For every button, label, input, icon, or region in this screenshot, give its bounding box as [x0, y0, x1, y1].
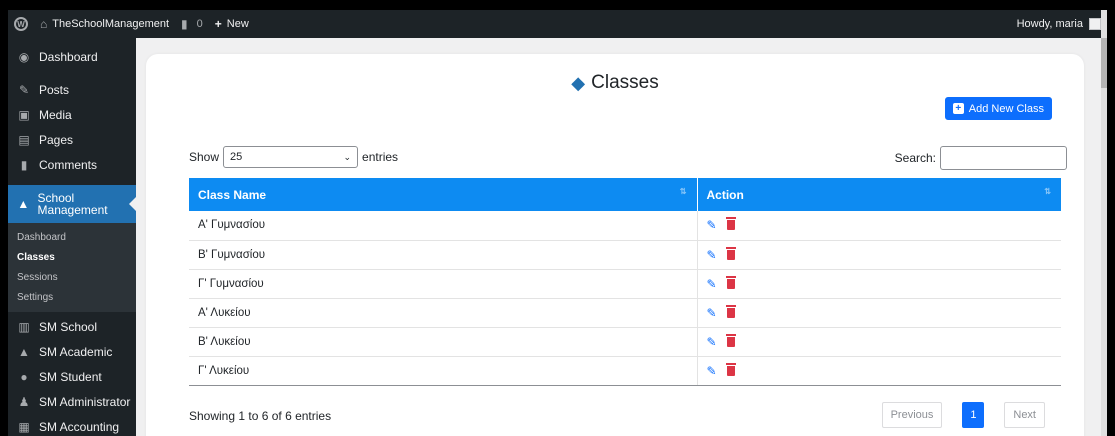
- column-header-action[interactable]: Action ⇅: [696, 178, 1061, 211]
- edit-icon[interactable]: ✎: [707, 218, 717, 232]
- edit-icon[interactable]: ✎: [707, 277, 717, 291]
- class-name-cell: Β' Λυκείου: [189, 327, 697, 357]
- admin-bar: W ⌂ TheSchoolManagement ▮ 0 + New Howdy, ma…: [8, 10, 1107, 38]
- site-name-link[interactable]: ⌂ TheSchoolManagement: [34, 10, 175, 38]
- wordpress-logo[interactable]: W: [8, 10, 34, 38]
- class-name-cell: Β' Γυμνασίου: [189, 240, 697, 270]
- scrollbar-thumb[interactable]: [1101, 38, 1107, 88]
- add-new-class-button[interactable]: + Add New Class: [944, 97, 1052, 120]
- table-row: Β' Λυκείου ✎: [189, 327, 1061, 357]
- submenu-item-sessions[interactable]: Sessions: [8, 268, 136, 288]
- page-title: ◆ Classes: [571, 72, 659, 93]
- trash-icon[interactable]: [725, 304, 736, 318]
- trash-icon[interactable]: [725, 275, 736, 289]
- action-cell: ✎: [696, 298, 1061, 328]
- sort-icon: ⇅: [1044, 187, 1051, 196]
- action-cell: ✎: [696, 269, 1061, 299]
- plus-square-icon: +: [952, 103, 964, 114]
- trash-icon[interactable]: [725, 217, 736, 231]
- comments-link[interactable]: ▮ 0: [175, 10, 209, 38]
- classes-table: Class Name ⇅ Action ⇅ Α' Γυμνασίου ✎ Β' Γυμ…: [189, 178, 1061, 386]
- pages-icon: ▤: [18, 132, 30, 147]
- sidebar-item-sm-student[interactable]: ● SM Student: [8, 364, 136, 389]
- media-icon: ▣: [18, 107, 30, 122]
- class-name-cell: Α' Λυκείου: [189, 298, 697, 328]
- sidebar-item-dashboard[interactable]: ◉ Dashboard: [8, 44, 136, 69]
- action-cell: ✎: [696, 240, 1061, 270]
- table-row: Α' Γυμνασίου ✎: [189, 211, 1061, 241]
- building-icon: ▥: [18, 319, 30, 334]
- action-cell: ✎: [696, 211, 1061, 241]
- page-1-button[interactable]: 1: [962, 402, 985, 428]
- trash-icon[interactable]: [725, 333, 736, 347]
- previous-page-button[interactable]: Previous: [881, 402, 943, 428]
- graduation-cap-icon: ▲: [17, 197, 30, 211]
- wp-admin-window: W ⌂ TheSchoolManagement ▮ 0 + New Howdy, ma…: [8, 10, 1107, 436]
- class-name-cell: Γ' Λυκείου: [189, 356, 697, 386]
- wordpress-icon: W: [14, 17, 28, 31]
- plus-icon: +: [214, 17, 222, 31]
- users-icon: ●: [20, 369, 28, 384]
- submenu-item-classes[interactable]: Classes: [8, 248, 136, 268]
- table-row: Γ' Γυμνασίου ✎: [189, 269, 1061, 299]
- page-scrollbar[interactable]: [1101, 10, 1107, 436]
- dashboard-icon: ◉: [18, 49, 30, 64]
- class-name-cell: Α' Γυμνασίου: [189, 211, 697, 241]
- sidebar-item-pages[interactable]: ▤ Pages: [8, 127, 136, 152]
- comments-icon: ▮: [20, 157, 28, 172]
- pagination: Previous 1 Next: [881, 402, 1045, 428]
- action-cell: ✎: [696, 327, 1061, 357]
- next-page-button[interactable]: Next: [1004, 402, 1045, 428]
- graduation-cap-icon: ▲: [18, 344, 30, 359]
- document-icon: ▦: [18, 419, 30, 434]
- pin-icon: ✎: [18, 82, 30, 97]
- edit-icon[interactable]: ✎: [707, 364, 717, 378]
- sidebar-item-sm-school[interactable]: ▥ SM School: [8, 314, 136, 339]
- sidebar-item-sm-academic[interactable]: ▲ SM Academic: [8, 339, 136, 364]
- submenu-item-settings[interactable]: Settings: [8, 288, 136, 308]
- home-icon: ⌂: [40, 17, 48, 31]
- sidebar-item-sm-administrator[interactable]: ♟ SM Administrator: [8, 389, 136, 414]
- layers-icon: ◆: [571, 72, 586, 93]
- sort-icon: ⇅: [679, 187, 687, 196]
- search-input[interactable]: [940, 146, 1067, 170]
- column-header-class-name[interactable]: Class Name ⇅: [189, 178, 697, 211]
- action-cell: ✎: [696, 356, 1061, 386]
- edit-icon[interactable]: ✎: [707, 248, 717, 262]
- sidebar-item-school-management[interactable]: ▲ School Management: [8, 185, 136, 223]
- avatar: [1089, 18, 1101, 30]
- table-info: Showing 1 to 6 of 6 entries: [189, 409, 332, 423]
- sidebar-item-sm-accounting[interactable]: ▦ SM Accounting: [8, 414, 136, 436]
- new-content-link[interactable]: + New: [209, 10, 255, 38]
- entries-length-control: Show 25 ⌄ entries: [189, 146, 398, 168]
- table-row: Α' Λυκείου ✎: [189, 298, 1061, 328]
- entries-select[interactable]: 25 ⌄: [223, 146, 359, 168]
- comment-icon: ▮: [181, 17, 188, 31]
- chevron-down-icon: ⌄: [343, 151, 352, 162]
- admin-icon: ♟: [18, 394, 30, 409]
- admin-sidebar: ◉ Dashboard ✎ Posts ▣ Media ▤ Pages ▮ Comment…: [8, 38, 136, 436]
- edit-icon[interactable]: ✎: [707, 306, 717, 320]
- submenu-item-dashboard[interactable]: Dashboard: [8, 228, 136, 248]
- class-name-cell: Γ' Γυμνασίου: [189, 269, 697, 299]
- sidebar-item-media[interactable]: ▣ Media: [8, 102, 136, 127]
- table-row: Β' Γυμνασίου ✎: [189, 240, 1061, 270]
- school-management-submenu: Dashboard Classes Sessions Settings: [8, 223, 136, 312]
- table-row: Γ' Λυκείου ✎: [189, 356, 1061, 386]
- trash-icon[interactable]: [725, 362, 736, 376]
- sidebar-item-posts[interactable]: ✎ Posts: [8, 77, 136, 102]
- classes-card: ◆ Classes + Add New Class Show 25 ⌄ entr…: [146, 54, 1084, 436]
- user-account-menu[interactable]: Howdy, maria: [1011, 10, 1107, 38]
- sidebar-item-comments[interactable]: ▮ Comments: [8, 152, 136, 177]
- edit-icon[interactable]: ✎: [707, 335, 717, 349]
- table-search: Search:: [895, 146, 1067, 170]
- trash-icon[interactable]: [725, 246, 736, 260]
